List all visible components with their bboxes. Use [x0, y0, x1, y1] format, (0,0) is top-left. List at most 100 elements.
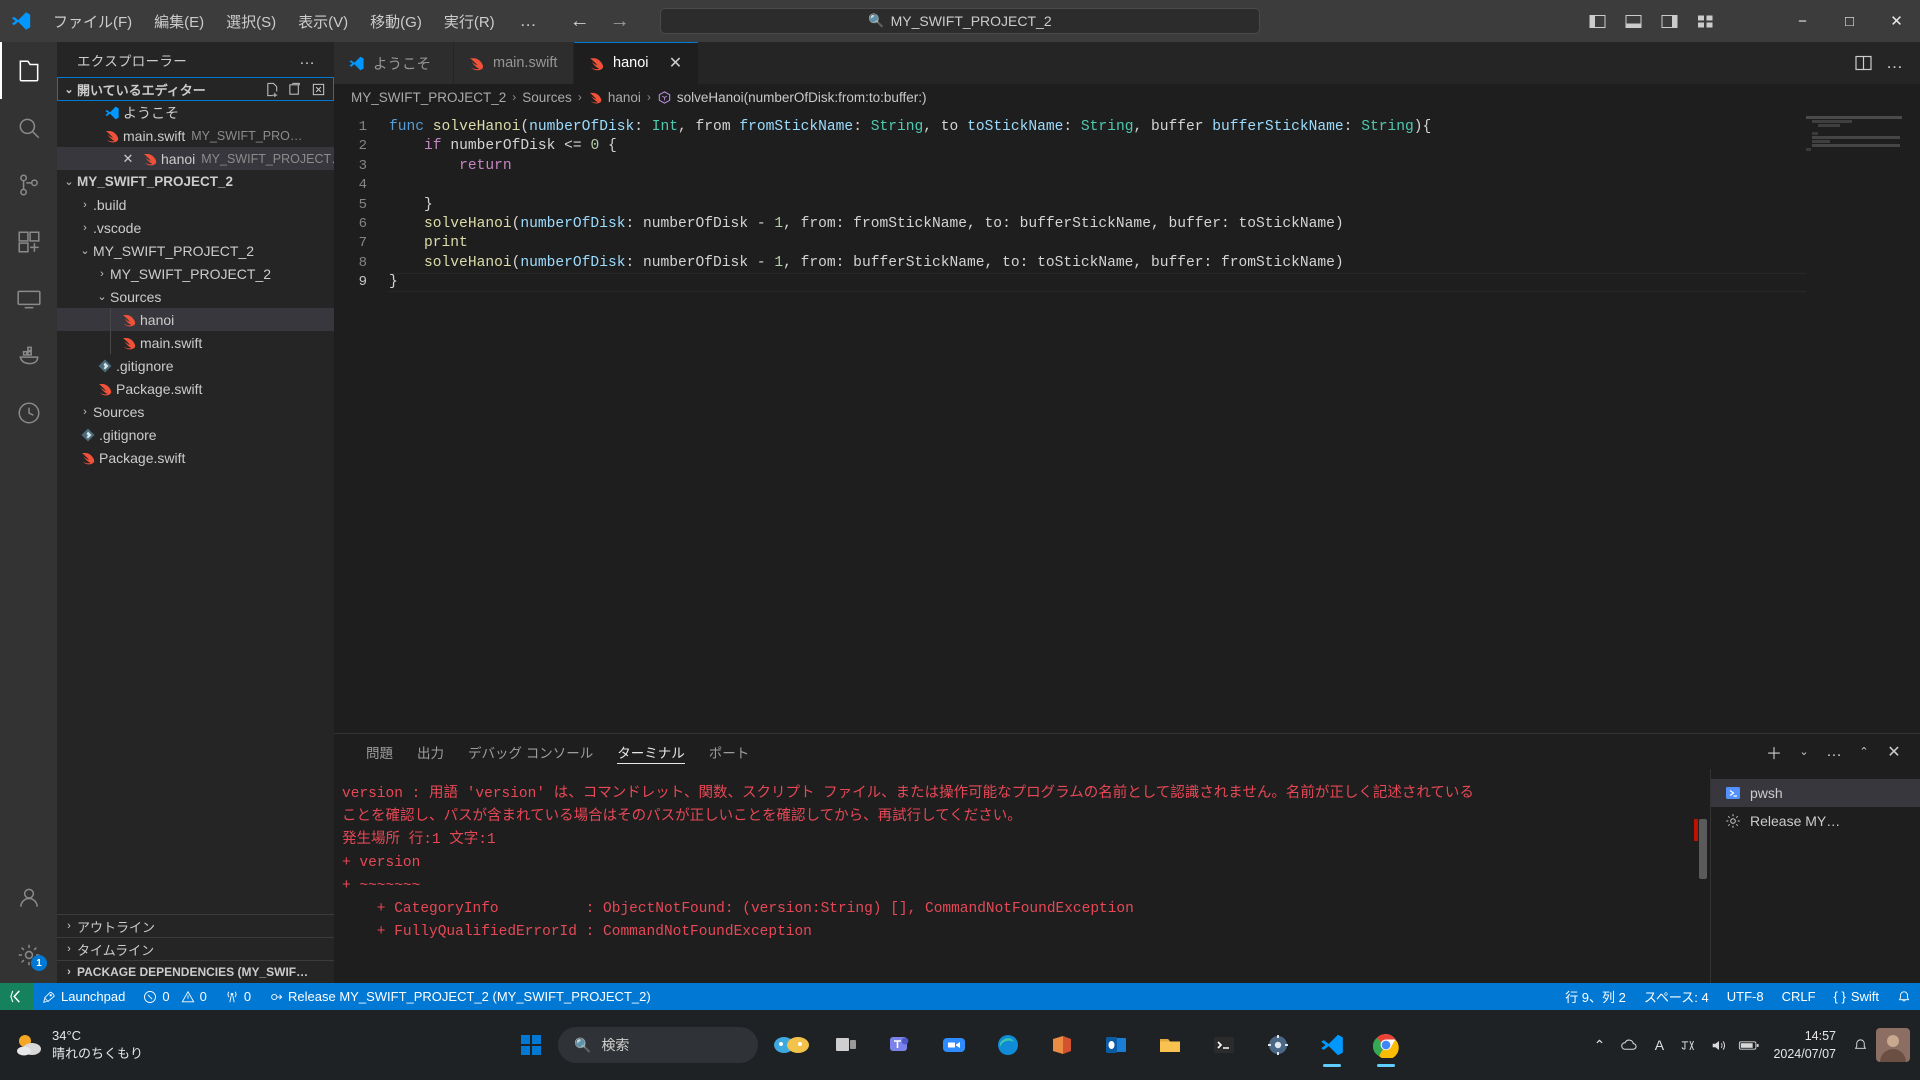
back-arrow-icon[interactable]: ←	[570, 10, 590, 33]
panel-tab-output[interactable]: 出力	[405, 734, 456, 769]
breadcrumb-item-hanoi[interactable]: hanoi	[588, 90, 641, 105]
menu-overflow-icon[interactable]: …	[506, 11, 552, 31]
ime-a-icon[interactable]: A	[1645, 1025, 1673, 1065]
minimap[interactable]	[1806, 110, 1906, 733]
workspace-folder-header[interactable]: ⌄ MY_SWIFT_PROJECT_2	[57, 170, 334, 193]
close-editor-icon[interactable]: ✕	[117, 151, 139, 167]
activity-item-settings[interactable]: 1	[0, 926, 57, 983]
section-outline[interactable]: › アウトライン	[57, 914, 334, 937]
toggle-primary-sidebar-icon[interactable]	[1582, 8, 1612, 34]
avatar[interactable]	[1876, 1028, 1910, 1062]
section-package-dependencies[interactable]: › PACKAGE DEPENDENCIES (MY_SWIF…	[57, 960, 334, 983]
tree-row[interactable]: ⌄ MY_SWIFT_PROJECT_2	[57, 239, 334, 262]
terminal-output[interactable]: version : 用語 'version' は、コマンドレット、関数、スクリプ…	[334, 769, 1710, 983]
status-indentation[interactable]: スペース: 4	[1635, 983, 1718, 1010]
taskbar-clock[interactable]: 14:57 2024/07/07	[1765, 1027, 1844, 1063]
tree-row-gitignore-root[interactable]: .gitignore	[57, 423, 334, 446]
taskbar-app-chrome[interactable]	[1362, 1021, 1410, 1069]
more-actions-icon[interactable]: …	[1886, 53, 1904, 73]
maximize-panel-icon[interactable]: ⌃	[1852, 740, 1876, 764]
panel-tab-ports[interactable]: ポート	[697, 734, 762, 769]
activity-item-testing[interactable]	[0, 384, 57, 441]
section-header-open-editors[interactable]: ⌄ 開いているエディター	[57, 77, 334, 101]
more-actions-icon[interactable]: …	[1822, 740, 1846, 764]
tree-row[interactable]: › Sources	[57, 400, 334, 423]
menu-item-file[interactable]: ファイル(F)	[42, 0, 143, 42]
tree-row-package-swift[interactable]: Package.swift	[57, 377, 334, 400]
taskbar-app-copilot[interactable]	[768, 1021, 816, 1069]
customize-layout-icon[interactable]	[1690, 8, 1720, 34]
volume-icon[interactable]	[1705, 1025, 1733, 1065]
tree-row[interactable]: ⌄ Sources	[57, 285, 334, 308]
terminal-list-item-pwsh[interactable]: pwsh	[1711, 779, 1920, 807]
new-file-icon[interactable]	[262, 79, 282, 99]
status-problems[interactable]: 0 0	[134, 983, 215, 1010]
taskbar-search[interactable]: 🔍 検索	[558, 1027, 758, 1063]
start-button[interactable]	[510, 1024, 552, 1066]
chevron-up-icon[interactable]: ⌃	[1585, 1025, 1613, 1065]
split-editor-icon[interactable]	[1850, 50, 1876, 76]
open-editor-row-welcome[interactable]: ようこそ	[57, 101, 334, 124]
taskbar-app-settings[interactable]	[1254, 1021, 1302, 1069]
tree-row[interactable]: › MY_SWIFT_PROJECT_2	[57, 262, 334, 285]
battery-icon[interactable]	[1735, 1025, 1763, 1065]
taskbar-app-outlook[interactable]	[1092, 1021, 1140, 1069]
breadcrumb-item-project[interactable]: MY_SWIFT_PROJECT_2	[351, 90, 506, 105]
section-timeline[interactable]: › タイムライン	[57, 937, 334, 960]
menu-item-selection[interactable]: 選択(S)	[215, 0, 287, 42]
terminal-scrollbar[interactable]	[1698, 769, 1708, 983]
activity-item-docker[interactable]	[0, 327, 57, 384]
forward-arrow-icon[interactable]: →	[610, 10, 630, 33]
toggle-secondary-sidebar-icon[interactable]	[1654, 8, 1684, 34]
taskbar-app-zoom[interactable]	[930, 1021, 978, 1069]
new-folder-icon[interactable]	[285, 79, 305, 99]
new-terminal-plus-icon[interactable]: ＋	[1762, 740, 1786, 764]
tree-row[interactable]: › .vscode	[57, 216, 334, 239]
status-build-target[interactable]: Release MY_SWIFT_PROJECT_2 (MY_SWIFT_PRO…	[260, 983, 660, 1010]
open-editor-row-main-swift[interactable]: main.swift MY_SWIFT_PRO…	[57, 124, 334, 147]
panel-tab-problems[interactable]: 問題	[354, 734, 405, 769]
tree-row-hanoi[interactable]: hanoi	[57, 308, 334, 331]
taskbar-app-file-explorer[interactable]	[1146, 1021, 1194, 1069]
status-eol[interactable]: CRLF	[1773, 983, 1825, 1010]
code-content[interactable]: func solveHanoi(numberOfDisk: Int, from …	[389, 110, 1920, 733]
close-all-editors-icon[interactable]	[308, 79, 328, 99]
sidebar-more-actions-icon[interactable]: …	[299, 51, 324, 69]
notification-bell-icon[interactable]	[1846, 1025, 1874, 1065]
menu-item-run[interactable]: 実行(R)	[433, 0, 506, 42]
code-editor[interactable]: 1 2 3 4 5 6 7 8 9 func solveHanoi(number…	[334, 110, 1920, 733]
maximize-button[interactable]: □	[1826, 0, 1873, 42]
status-language[interactable]: { } Swift	[1825, 983, 1888, 1010]
taskbar-weather-widget[interactable]: 34°C 晴れのちくもり	[0, 1027, 190, 1062]
tree-row[interactable]: › .build	[57, 193, 334, 216]
taskbar-app-office[interactable]	[1038, 1021, 1086, 1069]
command-center[interactable]: 🔍 MY_SWIFT_PROJECT_2	[660, 8, 1260, 34]
tree-row-gitignore[interactable]: .gitignore	[57, 354, 334, 377]
tab-hanoi[interactable]: hanoi ✕	[574, 42, 700, 84]
editor-scrollbar[interactable]	[1906, 110, 1920, 733]
breadcrumb-item-symbol[interactable]: solveHanoi(numberOfDisk:from:to:buffer:)	[657, 90, 926, 105]
tree-row-main-swift[interactable]: main.swift	[57, 331, 334, 354]
menu-item-edit[interactable]: 編集(E)	[143, 0, 215, 42]
activity-item-accounts[interactable]	[0, 869, 57, 926]
close-panel-icon[interactable]: ✕	[1882, 740, 1906, 764]
tree-row-package-swift-root[interactable]: Package.swift	[57, 446, 334, 469]
ime-mode-icon[interactable]	[1675, 1025, 1703, 1065]
menu-item-view[interactable]: 表示(V)	[287, 0, 359, 42]
chevron-down-icon[interactable]: ⌄	[1792, 740, 1816, 764]
remote-indicator[interactable]	[0, 983, 33, 1010]
menu-item-go[interactable]: 移動(G)	[359, 0, 433, 42]
tab-welcome[interactable]: ようこそ	[334, 42, 454, 84]
activity-item-explorer[interactable]	[0, 42, 57, 99]
activity-item-extensions[interactable]	[0, 213, 57, 270]
cloud-icon[interactable]	[1615, 1025, 1643, 1065]
activity-item-remote-explorer[interactable]	[0, 270, 57, 327]
status-radio-tower[interactable]: 0	[216, 983, 260, 1010]
status-cursor-position[interactable]: 行 9、列 2	[1556, 983, 1635, 1010]
open-editor-row-hanoi[interactable]: ✕ hanoi MY_SWIFT_PROJECT…	[57, 147, 334, 170]
panel-tab-debug-console[interactable]: デバッグ コンソール	[456, 734, 605, 769]
status-encoding[interactable]: UTF-8	[1718, 983, 1773, 1010]
panel-tab-terminal[interactable]: ターミナル	[605, 734, 697, 769]
activity-item-source-control[interactable]	[0, 156, 57, 213]
taskbar-app-task-view[interactable]	[822, 1021, 870, 1069]
